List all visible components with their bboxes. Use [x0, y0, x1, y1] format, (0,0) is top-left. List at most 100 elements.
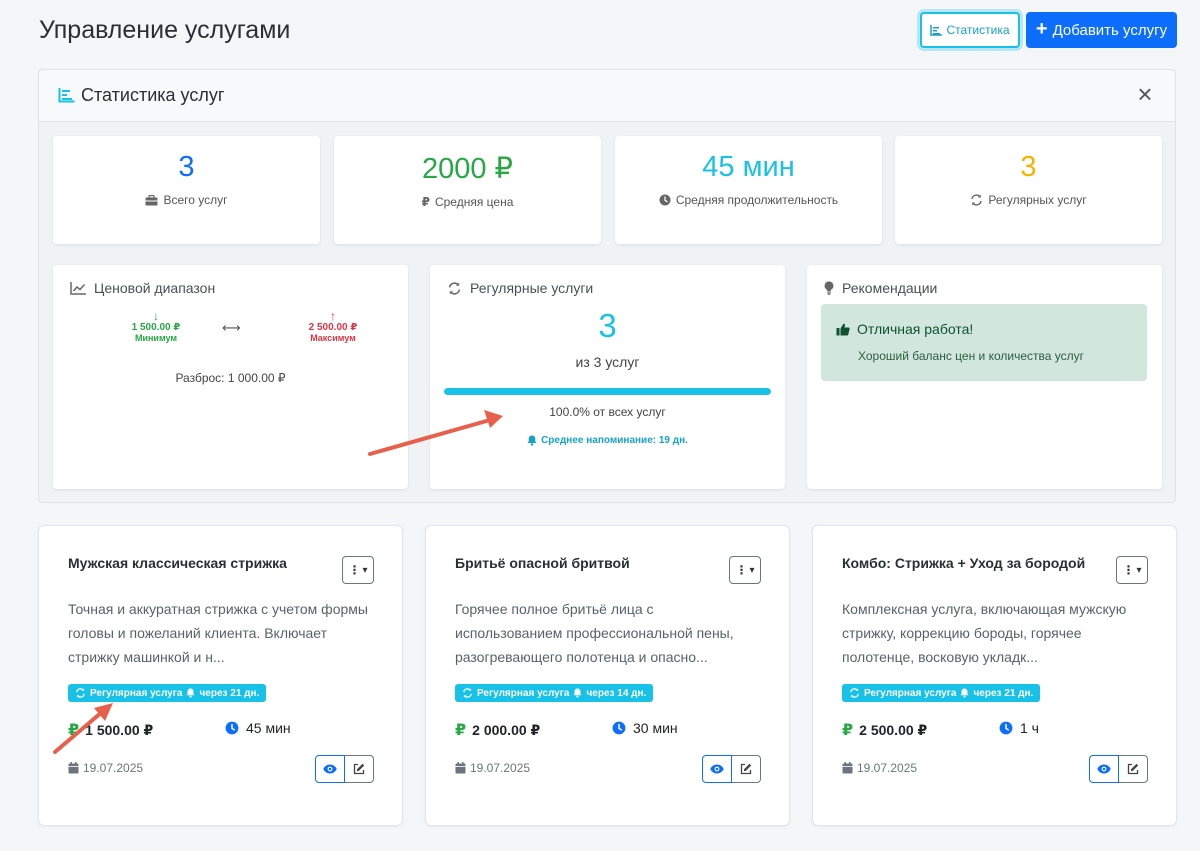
eye-icon: [1097, 764, 1111, 774]
service-actions: [315, 755, 374, 783]
stat-label-text: Средняя продолжительность: [675, 193, 839, 207]
service-actions: [702, 755, 761, 783]
ruble-icon: ₽: [455, 722, 467, 739]
arrows-horizontal-icon: ⟷: [222, 320, 241, 335]
regular-progress-fill: [444, 388, 771, 395]
ruble-icon: ₽: [842, 722, 854, 739]
statistics-button[interactable]: Статистика: [920, 12, 1020, 48]
stat-label: ₽ Средняя цена: [334, 195, 601, 209]
recommendations-title-text: Рекомендации: [842, 280, 938, 296]
repeat-icon: [971, 194, 983, 206]
clock-icon: [659, 194, 671, 206]
price-max-value: 2 500.00 ₽: [308, 322, 358, 333]
service-date-value: 19.07.2025: [83, 761, 144, 775]
regular-service-badge: Регулярная услуга через 21 дн.: [842, 684, 1041, 702]
service-menu-button[interactable]: ⋮ ▾: [342, 556, 374, 584]
regular-services-title: Регулярные услуги: [447, 280, 593, 296]
service-description: Горячее полное бритьё лица с использован…: [455, 601, 734, 665]
service-menu-button[interactable]: ⋮ ▾: [1116, 556, 1148, 584]
price-range-title: Ценовой диапазон: [70, 280, 215, 296]
eye-icon: [710, 764, 724, 774]
stat-card-regular: 3 Регулярных услуг: [895, 136, 1162, 244]
view-button[interactable]: [702, 755, 732, 783]
edit-button[interactable]: [345, 755, 374, 783]
close-icon[interactable]: ×: [1133, 81, 1157, 107]
stat-label-text: Всего услуг: [163, 193, 228, 207]
service-date-value: 19.07.2025: [857, 761, 918, 775]
service-duration: 1 ч: [999, 720, 1039, 736]
edit-icon: [353, 763, 365, 775]
recommendations-card: Рекомендации Отличная работа! Хороший ба…: [807, 265, 1162, 489]
plus-icon: +: [1035, 18, 1048, 40]
badge-reminder: через 21 дн.: [199, 687, 260, 699]
price-max: ↑ 2 500.00 ₽ Максимум: [288, 309, 378, 343]
bell-icon: [573, 688, 583, 698]
stat-label: Средняя продолжительность: [615, 193, 882, 207]
service-date: 19.07.2025: [68, 761, 143, 775]
recommendation-text: Хороший баланс цен и количества услуг: [858, 349, 1084, 363]
bell-icon: [186, 688, 196, 698]
badge-reminder: через 14 дн.: [586, 687, 647, 699]
ruble-icon: ₽: [68, 722, 80, 739]
edit-button[interactable]: [1119, 755, 1148, 783]
more-vertical-icon: ⋮: [348, 563, 360, 577]
arrow-up-icon: ↑: [330, 309, 336, 323]
statistics-panel-title-text: Статистика услуг: [81, 85, 225, 105]
stat-card-average-price: 2000 ₽ ₽ Средняя цена: [334, 136, 601, 244]
price-min-value: 1 500.00 ₽: [131, 322, 181, 333]
badge-reminder: через 21 дн.: [973, 687, 1034, 699]
lightbulb-icon: [824, 281, 834, 295]
service-card: Бритьё опасной бритвой ⋮ ▾ Горячее полное…: [425, 525, 790, 826]
repeat-icon: [850, 688, 859, 698]
caret-down-icon: ▾: [362, 564, 368, 576]
service-actions: [1089, 755, 1148, 783]
price-min: ↓ 1 500.00 ₽ Минимум: [111, 309, 201, 343]
statistics-button-label: Статистика: [946, 23, 1010, 37]
service-description: Комплексная услуга, включающая мужскую с…: [842, 601, 1127, 665]
stat-label-text: Регулярных услуг: [988, 193, 1087, 207]
regular-of-total: из 3 услуг: [575, 354, 640, 370]
regular-progress-bar: [444, 388, 771, 395]
clock-icon: [225, 721, 239, 735]
add-service-button[interactable]: + Добавить услугу: [1026, 12, 1177, 48]
arrow-down-icon: ↓: [153, 309, 159, 323]
statistics-panel-title: Статистика услуг: [58, 85, 224, 106]
service-duration-value: 45 мин: [246, 720, 291, 736]
stat-value: 45 мин: [702, 151, 795, 183]
bar-chart-icon: [58, 88, 75, 103]
service-card: Мужская классическая стрижка ⋮ ▾ Точная и…: [38, 525, 403, 826]
stat-value: 3: [1020, 151, 1037, 183]
regular-services-card: Регулярные услуги 3 из 3 услуг 100.0% от…: [430, 265, 785, 489]
add-service-button-label: Добавить услугу: [1052, 21, 1168, 39]
regular-services-title-text: Регулярные услуги: [470, 280, 594, 296]
ruble-icon: ₽: [421, 195, 430, 209]
eye-icon: [323, 764, 337, 774]
line-chart-icon: [70, 281, 86, 295]
repeat-icon: [76, 688, 85, 698]
recommendation-heading-text: Отличная работа!: [857, 321, 974, 337]
recommendation-heading: Отличная работа!: [836, 321, 973, 337]
edit-button[interactable]: [732, 755, 761, 783]
caret-down-icon: ▾: [1136, 564, 1142, 576]
bell-icon: [960, 688, 970, 698]
service-description: Точная и аккуратная стрижка с учетом фор…: [68, 601, 368, 665]
view-button[interactable]: [315, 755, 345, 783]
view-button[interactable]: [1089, 755, 1119, 783]
service-menu-button[interactable]: ⋮ ▾: [729, 556, 761, 584]
edit-icon: [1127, 763, 1139, 775]
calendar-icon: [68, 762, 79, 774]
price-max-label: Максимум: [310, 333, 356, 343]
price-range-title-text: Ценовой диапазон: [94, 280, 216, 296]
regular-reminder: Среднее напоминание: 19 дн.: [430, 435, 785, 446]
caret-down-icon: ▾: [749, 564, 755, 576]
badge-label: Регулярная услуга: [90, 687, 183, 699]
stat-value: 3: [178, 151, 195, 183]
service-price-value: 2 500.00 ₽: [859, 721, 928, 738]
regular-count: 3: [598, 307, 617, 344]
badge-label: Регулярная услуга: [864, 687, 957, 699]
service-date: 19.07.2025: [842, 761, 917, 775]
service-date-value: 19.07.2025: [470, 761, 531, 775]
page-header: Управление услугами Статистика + Добавит…: [39, 12, 1177, 50]
badge-label: Регулярная услуга: [477, 687, 570, 699]
more-vertical-icon: ⋮: [735, 563, 747, 577]
